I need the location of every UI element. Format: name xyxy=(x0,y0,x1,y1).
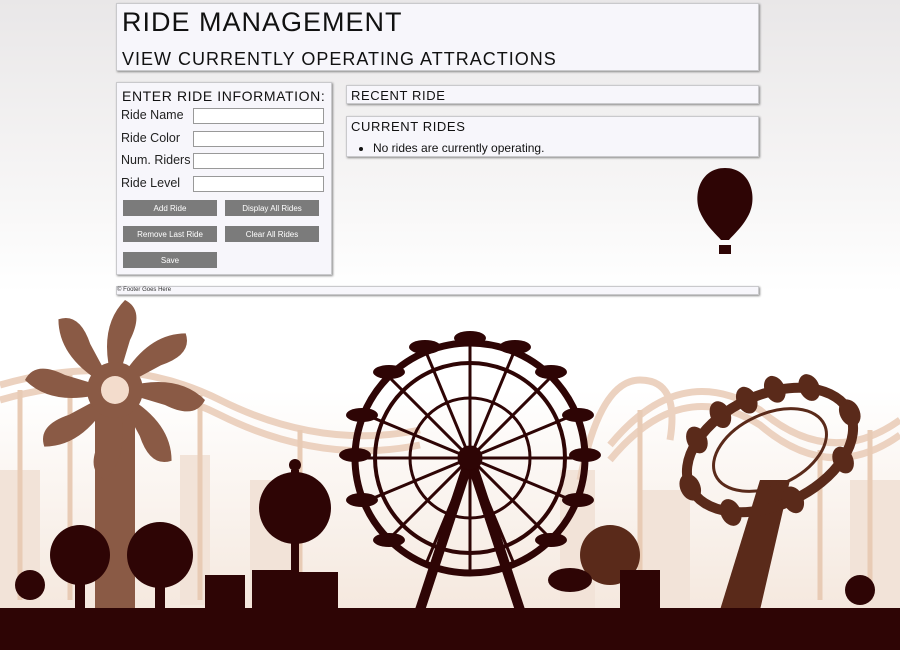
current-rides-list: No rides are currently operating. xyxy=(355,141,544,155)
clear-all-rides-button[interactable]: Clear All Rides xyxy=(225,226,319,242)
ride-name-label: Ride Name xyxy=(121,108,184,122)
form-title: ENTER RIDE INFORMATION: xyxy=(122,88,326,104)
footer-text: © Footer Goes Here xyxy=(117,287,172,293)
ride-name-row: Ride Name xyxy=(121,108,326,126)
ride-form-panel: ENTER RIDE INFORMATION: Ride Name Ride C… xyxy=(116,82,332,275)
num-riders-label: Num. Riders xyxy=(121,153,191,167)
ride-level-input[interactable] xyxy=(193,176,324,192)
footer: © Footer Goes Here xyxy=(116,286,759,295)
save-button[interactable]: Save xyxy=(123,252,217,268)
ride-color-input[interactable] xyxy=(193,131,324,147)
ride-level-row: Ride Level xyxy=(121,176,326,194)
hot-air-balloon xyxy=(697,168,753,254)
ride-name-input[interactable] xyxy=(193,108,324,124)
page-subtitle: VIEW CURRENTLY OPERATING ATTRACTIONS xyxy=(122,49,557,69)
ground xyxy=(0,608,900,650)
ride-level-label: Ride Level xyxy=(121,176,181,190)
page-title: RIDE MANAGEMENT xyxy=(122,7,403,37)
num-riders-row: Num. Riders xyxy=(121,153,326,171)
remove-last-ride-button[interactable]: Remove Last Ride xyxy=(123,226,217,242)
list-item: No rides are currently operating. xyxy=(373,141,544,155)
display-all-rides-button[interactable]: Display All Rides xyxy=(225,200,319,216)
recent-ride-title: RECENT RIDE xyxy=(351,88,446,103)
recent-ride-panel: RECENT RIDE xyxy=(346,85,759,104)
add-ride-button[interactable]: Add Ride xyxy=(123,200,217,216)
ride-color-label: Ride Color xyxy=(121,131,181,145)
num-riders-input[interactable] xyxy=(193,153,324,169)
current-rides-panel: CURRENT RIDES No rides are currently ope… xyxy=(346,116,759,157)
ride-color-row: Ride Color xyxy=(121,131,326,149)
current-rides-title: CURRENT RIDES xyxy=(351,119,466,134)
header-panel: RIDE MANAGEMENT VIEW CURRENTLY OPERATING… xyxy=(116,3,759,71)
